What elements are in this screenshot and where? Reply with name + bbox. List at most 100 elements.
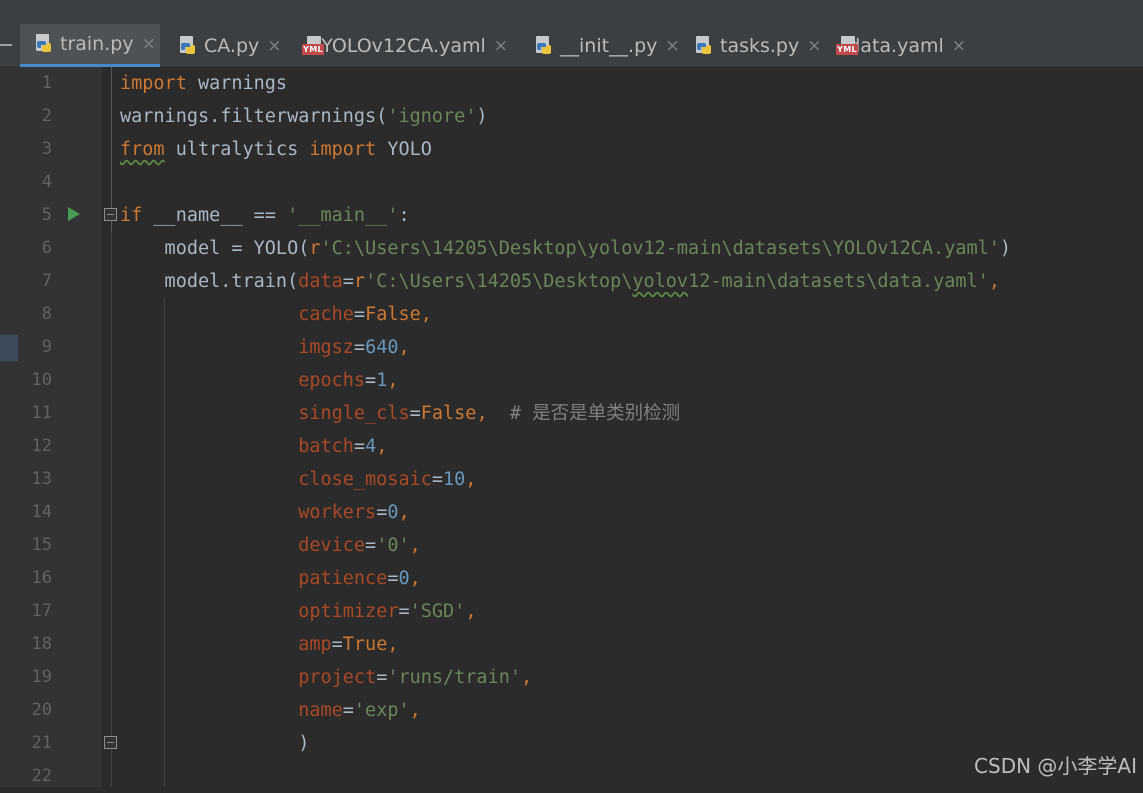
code-line[interactable]: 5 if __name__ == '__main__': bbox=[0, 199, 1143, 232]
code-token: : bbox=[398, 205, 410, 226]
line-number: 9 bbox=[41, 337, 52, 357]
code-line[interactable]: 19 project='runs/train', bbox=[0, 661, 1143, 694]
code-token: = bbox=[365, 535, 377, 556]
line-number: 12 bbox=[31, 436, 52, 456]
code-text: import warnings bbox=[120, 67, 287, 100]
close-icon[interactable]: × bbox=[952, 36, 966, 56]
title-strip bbox=[0, 0, 1143, 24]
code-line[interactable]: 14 workers=0, bbox=[0, 496, 1143, 529]
line-number: 22 bbox=[31, 766, 52, 786]
code-token: r bbox=[353, 271, 366, 292]
code-token: patience bbox=[298, 568, 388, 589]
code-line[interactable]: 1 import warnings bbox=[0, 67, 1143, 100]
code-token: 640 bbox=[365, 337, 399, 358]
code-line[interactable]: 2 warnings.filterwarnings('ignore') bbox=[0, 100, 1143, 133]
code-line[interactable]: 7 model.train(data=r'C:\Users\14205\Desk… bbox=[0, 265, 1143, 298]
line-number: 21 bbox=[31, 733, 52, 753]
code-token: model.train( bbox=[120, 271, 299, 292]
code-token: model = YOLO( bbox=[120, 238, 310, 259]
code-token: # 是否是单类别检测 bbox=[487, 403, 681, 424]
close-icon[interactable]: × bbox=[494, 36, 508, 56]
code-token: = bbox=[353, 436, 366, 457]
code-line[interactable]: 15 device='0', bbox=[0, 529, 1143, 562]
code-token: import bbox=[120, 73, 187, 94]
tab-scroll-indicator[interactable] bbox=[0, 44, 12, 46]
code-line[interactable]: 12 batch=4, bbox=[0, 430, 1143, 463]
line-number: 17 bbox=[31, 601, 52, 621]
code-line[interactable]: 21 ) bbox=[0, 727, 1143, 760]
code-text: close_mosaic=10, bbox=[120, 463, 476, 496]
code-token: 'exp' bbox=[353, 700, 410, 721]
code-token: 0 bbox=[387, 502, 399, 523]
code-line[interactable]: 18 amp=True, bbox=[0, 628, 1143, 661]
code-line[interactable]: 16 patience=0, bbox=[0, 562, 1143, 595]
code-token: , bbox=[409, 700, 421, 721]
line-number: 6 bbox=[41, 238, 52, 258]
fold-marker-icon[interactable] bbox=[104, 208, 117, 221]
code-line[interactable]: 11 single_cls=False, # 是否是单类别检测 bbox=[0, 397, 1143, 430]
code-line[interactable]: 17 optimizer='SGD', bbox=[0, 595, 1143, 628]
watermark: CSDN @小李学AI bbox=[974, 754, 1137, 778]
code-token: device bbox=[298, 535, 366, 556]
code-token: = bbox=[398, 601, 410, 622]
tab-train-py[interactable]: train.py × bbox=[20, 24, 160, 67]
tab-label: CA.py bbox=[204, 34, 260, 57]
code-token: False, bbox=[365, 304, 432, 325]
code-line[interactable]: 6 model = YOLO(r'C:\Users\14205\Desktop\… bbox=[0, 232, 1143, 265]
code-token: '__main__' bbox=[287, 205, 399, 226]
tab-init-py[interactable]: __init__.py × bbox=[520, 24, 680, 67]
python-file-icon bbox=[178, 35, 197, 56]
close-icon[interactable]: × bbox=[267, 36, 281, 56]
code-token: = bbox=[376, 667, 388, 688]
code-line[interactable]: 20 name='exp', bbox=[0, 694, 1143, 727]
code-token: = bbox=[353, 337, 366, 358]
yaml-file-icon: YML bbox=[836, 35, 858, 56]
tab-yolov12ca-yaml[interactable]: YML YOLOv12CA.yaml × bbox=[288, 24, 516, 67]
code-token: , bbox=[409, 535, 421, 556]
code-token: ) bbox=[120, 733, 310, 754]
code-token: __name__ == bbox=[142, 205, 288, 226]
close-icon[interactable]: × bbox=[142, 34, 156, 54]
code-text: device='0', bbox=[120, 529, 421, 562]
code-token: , bbox=[988, 271, 1000, 292]
yaml-badge: YML bbox=[836, 43, 858, 55]
tab-label: train.py bbox=[60, 33, 134, 55]
python-file-icon bbox=[34, 34, 53, 54]
close-icon[interactable]: × bbox=[807, 36, 821, 56]
line-number: 8 bbox=[41, 304, 52, 324]
fold-end-marker-icon[interactable] bbox=[104, 736, 117, 749]
code-line[interactable]: 10 epochs=1, bbox=[0, 364, 1143, 397]
tab-ca-py[interactable]: CA.py × bbox=[164, 24, 284, 67]
code-line[interactable]: 4 bbox=[0, 166, 1143, 199]
code-token: = bbox=[342, 700, 354, 721]
code-token: warnings bbox=[186, 73, 288, 94]
code-token: 1 bbox=[376, 370, 388, 391]
code-token: , bbox=[376, 436, 388, 457]
code-token: , bbox=[465, 469, 477, 490]
code-token: 'runs/train' bbox=[387, 667, 521, 688]
run-icon[interactable] bbox=[68, 207, 80, 221]
code-line[interactable]: 8 cache=False, bbox=[0, 298, 1143, 331]
editor-tab-bar: train.py × CA.py × YML YOLOv12CA.yaml × __init_… bbox=[0, 24, 1143, 67]
code-line[interactable]: 3 from ultralytics import YOLO bbox=[0, 133, 1143, 166]
code-token: single_cls bbox=[298, 403, 410, 424]
code-token: warnings.filterwarnings( bbox=[120, 106, 388, 127]
code-token: ) bbox=[476, 106, 488, 127]
code-line[interactable]: 9 imgsz=640, bbox=[0, 331, 1143, 364]
code-line[interactable]: 13 close_mosaic=10, bbox=[0, 463, 1143, 496]
tab-data-yaml[interactable]: YML data.yaml × bbox=[822, 24, 974, 67]
tab-tasks-py[interactable]: tasks.py × bbox=[680, 24, 822, 67]
code-token: amp bbox=[298, 634, 332, 655]
code-token: epochs bbox=[298, 370, 366, 391]
code-line[interactable]: 22 bbox=[0, 760, 1143, 793]
close-icon[interactable]: × bbox=[665, 36, 679, 56]
code-token: 'ignore' bbox=[387, 106, 477, 127]
code-token: = bbox=[342, 271, 354, 292]
